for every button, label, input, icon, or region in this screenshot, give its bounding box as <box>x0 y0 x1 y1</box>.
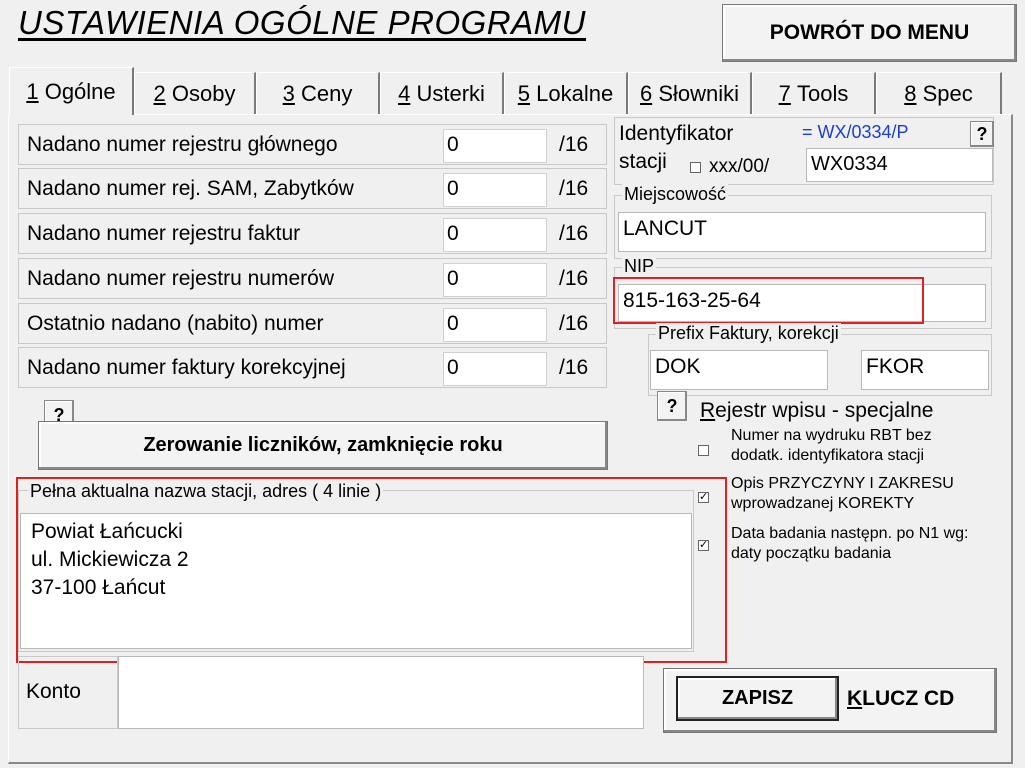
special-help-button[interactable]: ? <box>657 391 687 421</box>
station-id-preview: = WX/0334/P <box>802 122 909 142</box>
tab-bar: 1 Ogólne 2 Osoby 3 Ceny 4 Usterki 5 Loka… <box>8 67 1008 115</box>
counter-label: Nadano numer rejestru faktur <box>27 221 301 245</box>
numbers-register-input[interactable]: 0 <box>443 263 547 297</box>
special-option-2-checkbox[interactable]: ✓ <box>698 492 709 503</box>
station-id-input[interactable]: WX0334 <box>806 148 993 182</box>
station-format-checkbox[interactable] <box>690 162 701 173</box>
tab-general[interactable]: 1 Ogólne <box>9 67 134 115</box>
counter-label: Nadano numer rejestru numerów <box>27 266 334 290</box>
special-option-1-label: Numer na wydruku RBT bez dodatk. identyfi… <box>731 427 932 464</box>
special-option-3-label: Data badania następn. po N1 wg: daty pocz… <box>731 525 969 562</box>
special-option-3-checkbox[interactable]: ✓ <box>698 540 709 551</box>
nip-label: NIP <box>622 256 657 277</box>
counter-suffix: /16 <box>559 221 589 245</box>
tab-prices[interactable]: 3 Ceny <box>256 72 380 114</box>
counter-label: Nadano numer rej. SAM, Zabytków <box>27 176 354 200</box>
counter-label: Nadano numer rejestru głównego <box>27 132 338 156</box>
account-input[interactable] <box>118 656 644 729</box>
station-format-label: xxx/00/ <box>709 156 770 177</box>
station-id-label: Identyfikator <box>619 122 734 145</box>
back-to-menu-button[interactable]: POWRÓT DO MENU <box>722 4 1017 62</box>
counter-suffix: /16 <box>559 266 589 290</box>
invoice-register-input[interactable]: 0 <box>443 218 547 252</box>
save-button[interactable]: ZAPISZ <box>676 676 839 721</box>
counter-suffix: /16 <box>559 176 589 200</box>
counter-suffix: /16 <box>559 355 589 379</box>
account-label: Konto <box>26 680 81 703</box>
tab-spec[interactable]: 8 Spec <box>876 72 1002 114</box>
counter-row-sam-register: Nadano numer rej. SAM, Zabytków 0 /16 <box>18 168 607 209</box>
tab-persons[interactable]: 2 Osoby <box>134 72 256 114</box>
main-register-input[interactable]: 0 <box>443 129 547 163</box>
counter-row-invoice-register: Nadano numer rejestru faktur 0 /16 <box>18 213 607 254</box>
tab-tools[interactable]: 7 Tools <box>752 72 876 114</box>
tab-dictionaries[interactable]: 6 Słowniki <box>628 72 752 114</box>
counter-row-numbers-register: Nadano numer rejestru numerów 0 /16 <box>18 258 607 299</box>
counter-label: Nadano numer faktury korekcyjnej <box>27 355 346 379</box>
address-textarea[interactable]: Powiat Łańcucki ul. Mickiewicza 2 37-100… <box>20 513 692 649</box>
tab-defects[interactable]: 4 Usterki <box>380 72 504 114</box>
correction-prefix-input[interactable]: FKOR <box>861 350 989 390</box>
counter-suffix: /16 <box>559 132 589 156</box>
special-option-2-label: Opis PRZYCZYNY I ZAKRESU wprowadzanej KOR… <box>731 475 954 512</box>
counter-suffix: /16 <box>559 311 589 335</box>
city-input[interactable]: LANCUT <box>618 212 986 252</box>
prefix-label: Prefix Faktury, korekcji <box>656 323 841 344</box>
counter-row-correction-invoice: Nadano numer faktury korekcyjnej 0 /16 <box>18 347 607 388</box>
cd-key-button[interactable]: KLUCZ CD <box>847 686 954 712</box>
station-help-button[interactable]: ? <box>970 121 994 147</box>
counter-label: Ostatnio nadano (nabito) numer <box>27 311 324 335</box>
station-label: stacji <box>619 150 667 173</box>
address-line: 37-100 Łańcut <box>31 576 166 599</box>
special-option-1-checkbox[interactable] <box>698 445 709 456</box>
tab-local[interactable]: 5 Lokalne <box>504 72 628 114</box>
reset-counters-button[interactable]: Zerowanie liczników, zamknięcie roku <box>38 421 608 470</box>
address-label: Pełna aktualna nazwa stacji, adres ( 4 l… <box>28 481 384 502</box>
address-line: Powiat Łańcucki <box>31 520 183 543</box>
sam-register-input[interactable]: 0 <box>443 173 547 207</box>
invoice-prefix-input[interactable]: DOK <box>650 350 828 390</box>
page-title: USTAWIENIA OGÓLNE PROGRAMU <box>18 4 586 41</box>
correction-invoice-input[interactable]: 0 <box>443 352 547 386</box>
counter-row-last-number: Ostatnio nadano (nabito) numer 0 /16 <box>18 303 607 344</box>
address-line: ul. Mickiewicza 2 <box>31 548 189 571</box>
counter-row-main-register: Nadano numer rejestru głównego 0 /16 <box>18 124 607 165</box>
special-register-heading: Rejestr wpisu - specjalne <box>700 399 934 422</box>
nip-input[interactable]: 815-163-25-64 <box>618 284 986 322</box>
last-number-input[interactable]: 0 <box>443 308 547 342</box>
city-label: Miejscowość <box>622 184 729 205</box>
